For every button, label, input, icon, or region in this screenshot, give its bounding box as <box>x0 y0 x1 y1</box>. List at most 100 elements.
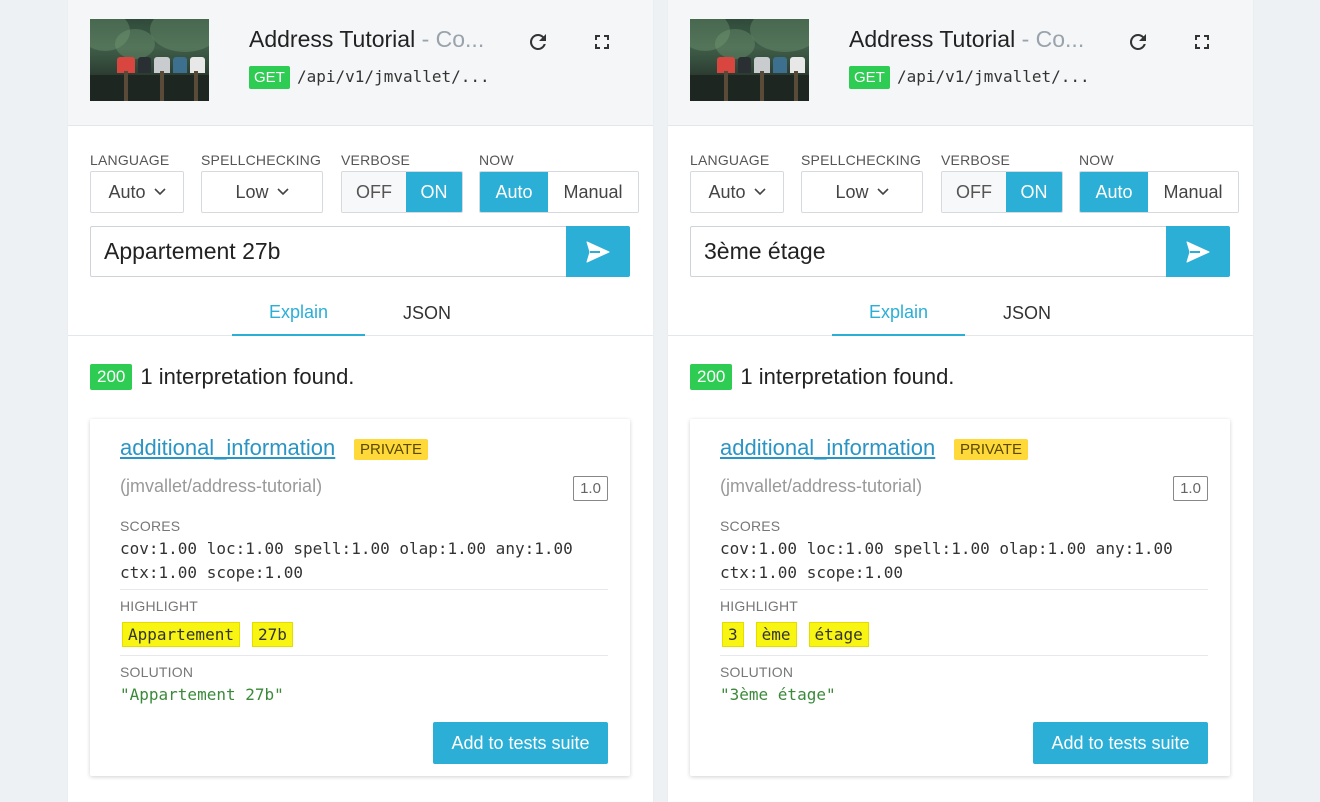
verbose-toggle: OFF ON <box>341 171 463 213</box>
highlight-label: HIGHLIGHT <box>120 598 199 614</box>
scores-label: SCORES <box>120 518 181 534</box>
send-icon <box>586 241 610 262</box>
add-to-tests-suite-button[interactable]: Add to tests suite <box>433 722 608 764</box>
scores-line-1: cov:1.00 loc:1.00 spell:1.00 olap:1.00 a… <box>720 539 1173 558</box>
fullscreen-icon[interactable] <box>1190 30 1214 54</box>
now-toggle: Auto Manual <box>479 171 639 213</box>
private-badge: PRIVATE <box>954 439 1028 460</box>
language-label: LANGUAGE <box>690 152 770 168</box>
send-icon <box>1186 241 1210 262</box>
console-panel: Address Tutorial - Co... GET /api/v1/jmv… <box>68 0 653 802</box>
panel-header: Address Tutorial - Co... GET /api/v1/jmv… <box>68 0 653 126</box>
chevron-down-icon <box>876 188 889 196</box>
version-badge: 1.0 <box>573 476 608 501</box>
chevron-down-icon <box>753 188 766 196</box>
language-value: Auto <box>708 181 746 202</box>
now-auto-option[interactable]: Auto <box>480 172 548 212</box>
verbose-off-option[interactable]: OFF <box>942 172 1006 212</box>
highlight-token: Appartement <box>122 622 240 647</box>
status-code-badge: 200 <box>690 364 733 390</box>
interpretation-card: additional_information PRIVATE (jmvallet… <box>90 419 630 776</box>
status-message: 1 interpretation found. <box>740 364 955 389</box>
divider <box>720 589 1208 590</box>
version-badge: 1.0 <box>1173 476 1208 501</box>
spellchecking-dropdown[interactable]: Low <box>201 171 323 213</box>
status-code-badge: 200 <box>90 364 133 390</box>
verbose-off-option[interactable]: OFF <box>342 172 406 212</box>
query-text: Appartement 27b <box>104 238 281 264</box>
query-input[interactable]: Appartement 27b <box>90 226 566 277</box>
now-label: NOW <box>479 152 514 168</box>
now-manual-option[interactable]: Manual <box>1148 172 1238 212</box>
spellchecking-label: SPELLCHECKING <box>201 152 322 168</box>
highlight-token: 27b <box>251 622 293 647</box>
spellchecking-label: SPELLCHECKING <box>801 152 922 168</box>
spellchecking-value: Low <box>235 181 269 202</box>
http-method-badge: GET <box>849 66 890 89</box>
title-text: Address Tutorial <box>249 26 416 52</box>
tab-json[interactable]: JSON <box>965 290 1089 336</box>
send-button[interactable] <box>1166 226 1230 277</box>
refresh-icon[interactable] <box>1126 30 1150 54</box>
now-toggle: Auto Manual <box>1079 171 1239 213</box>
now-label: NOW <box>1079 152 1114 168</box>
highlight-list: 3 ème étage <box>722 622 869 647</box>
endpoint-title: Address Tutorial - Co... <box>249 26 484 53</box>
mailboxes-thumbnail <box>90 19 209 101</box>
verbose-on-option[interactable]: ON <box>1006 172 1062 212</box>
scores-line-1: cov:1.00 loc:1.00 spell:1.00 olap:1.00 a… <box>120 539 573 558</box>
result-tabs: Explain JSON <box>668 290 1253 336</box>
scores-label: SCORES <box>720 518 781 534</box>
chevron-down-icon <box>276 188 289 196</box>
tab-json[interactable]: JSON <box>365 290 489 336</box>
spellchecking-dropdown[interactable]: Low <box>801 171 923 213</box>
verbose-label: VERBOSE <box>941 152 1011 168</box>
solution-label: SOLUTION <box>720 664 794 680</box>
refresh-icon[interactable] <box>526 30 550 54</box>
result-tabs: Explain JSON <box>68 290 653 336</box>
intent-owner: (jmvallet/address-tutorial) <box>720 476 923 496</box>
endpoint-title: Address Tutorial - Co... <box>849 26 1084 53</box>
verbose-toggle: OFF ON <box>941 171 1063 213</box>
verbose-on-option[interactable]: ON <box>406 172 462 212</box>
language-value: Auto <box>108 181 146 202</box>
panel-header: Address Tutorial - Co... GET /api/v1/jmv… <box>668 0 1253 126</box>
language-dropdown[interactable]: Auto <box>690 171 784 213</box>
endpoint-path: /api/v1/jmvallet/... <box>897 67 1090 86</box>
title-suffix: - Co... <box>415 26 485 52</box>
result-status: 200 1 interpretation found. <box>90 364 354 390</box>
language-label: LANGUAGE <box>90 152 170 168</box>
title-suffix: - Co... <box>1015 26 1085 52</box>
console-panel: Address Tutorial - Co... GET /api/v1/jmv… <box>668 0 1253 802</box>
highlight-token: étage <box>808 622 869 647</box>
highlight-token: ème <box>755 622 797 647</box>
solution-label: SOLUTION <box>120 664 194 680</box>
language-dropdown[interactable]: Auto <box>90 171 184 213</box>
now-auto-option[interactable]: Auto <box>1080 172 1148 212</box>
intent-link[interactable]: additional_information <box>120 435 335 461</box>
interpretation-card: additional_information PRIVATE (jmvallet… <box>690 419 1230 776</box>
fullscreen-icon[interactable] <box>590 30 614 54</box>
divider <box>720 655 1208 656</box>
mailboxes-thumbnail <box>690 19 809 101</box>
query-input[interactable]: 3ème étage <box>690 226 1166 277</box>
highlight-token: 3 <box>722 622 744 647</box>
app-stage: Address Tutorial - Co... GET /api/v1/jmv… <box>0 0 1320 802</box>
send-button[interactable] <box>566 226 630 277</box>
http-method-badge: GET <box>249 66 290 89</box>
query-text: 3ème étage <box>704 238 826 264</box>
add-to-tests-suite-button[interactable]: Add to tests suite <box>1033 722 1208 764</box>
tab-explain[interactable]: Explain <box>232 290 365 336</box>
highlight-list: Appartement 27b <box>122 622 293 647</box>
solution-value: "Appartement 27b" <box>120 685 284 704</box>
now-manual-option[interactable]: Manual <box>548 172 638 212</box>
solution-value: "3ème étage" <box>720 685 836 704</box>
divider <box>120 589 608 590</box>
intent-owner: (jmvallet/address-tutorial) <box>120 476 323 496</box>
spellchecking-value: Low <box>835 181 869 202</box>
intent-link[interactable]: additional_information <box>720 435 935 461</box>
verbose-label: VERBOSE <box>341 152 411 168</box>
title-text: Address Tutorial <box>849 26 1016 52</box>
result-status: 200 1 interpretation found. <box>690 364 954 390</box>
tab-explain[interactable]: Explain <box>832 290 965 336</box>
